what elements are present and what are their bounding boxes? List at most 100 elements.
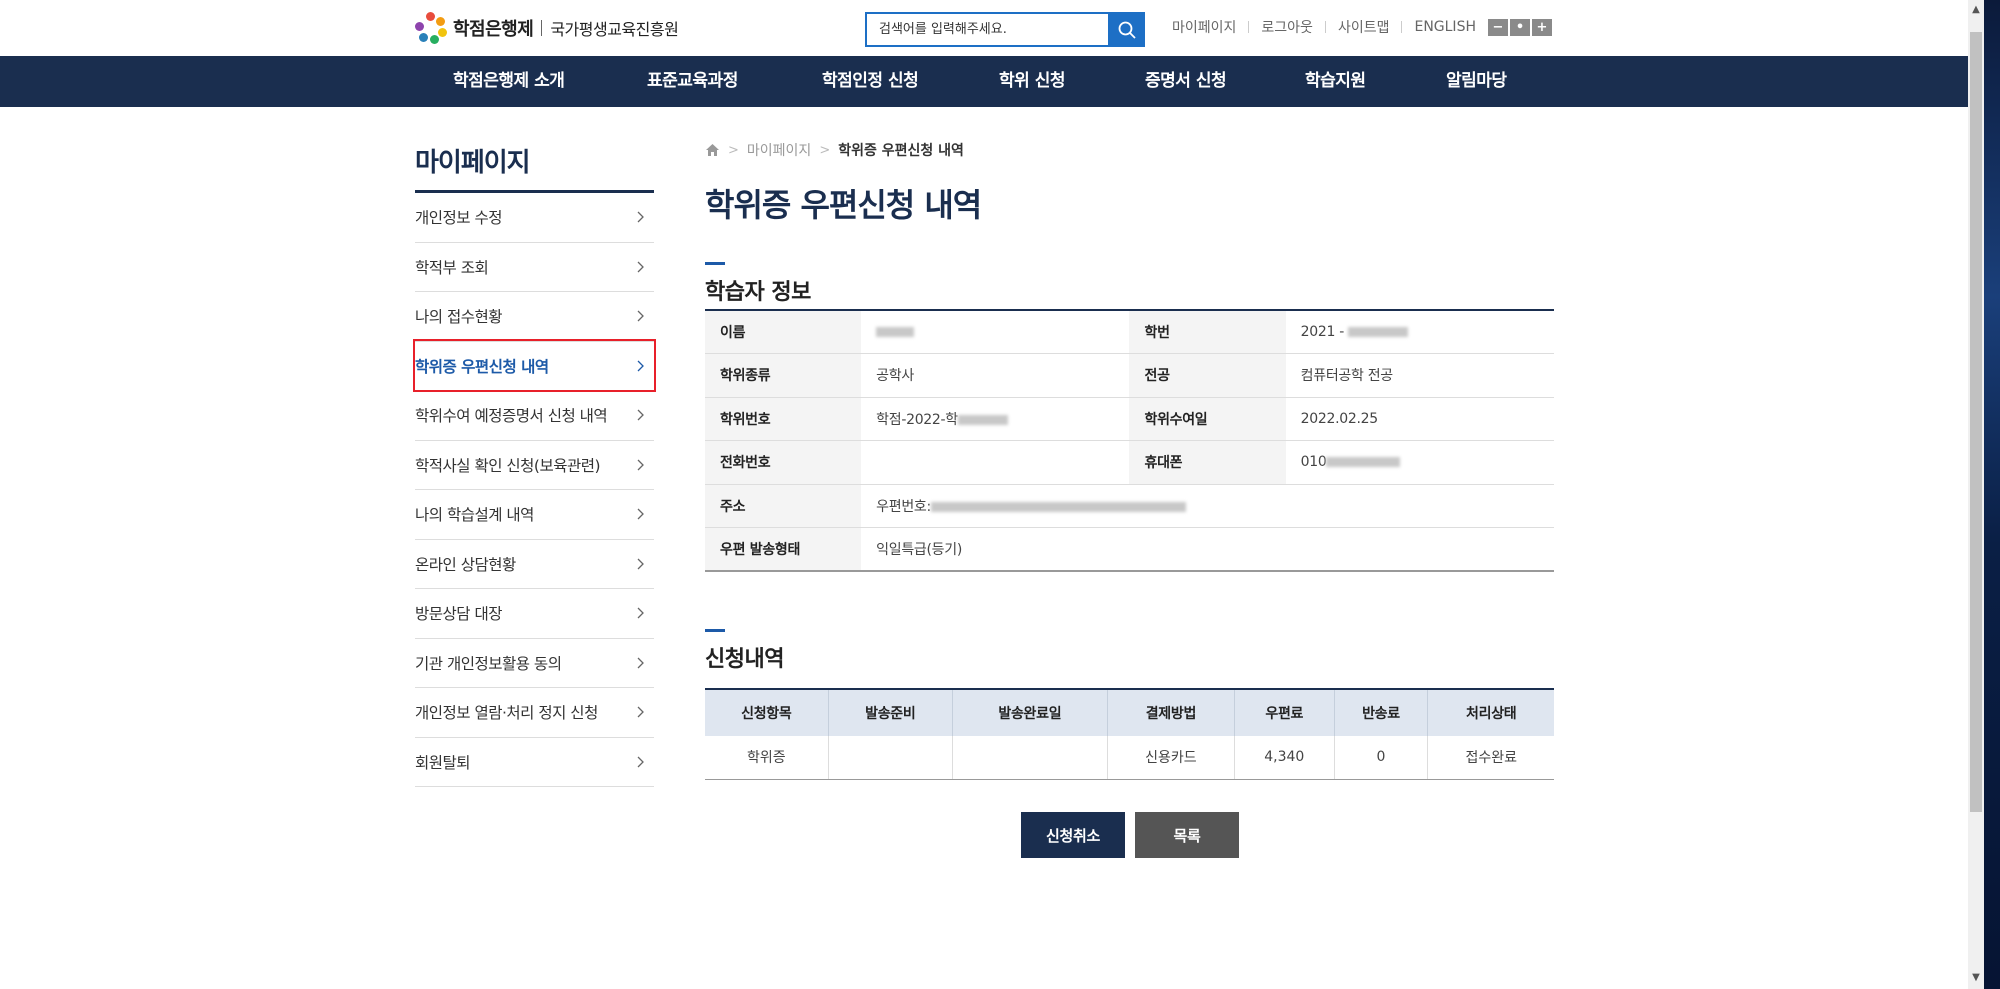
table-row: 이름 학번 2021 -	[705, 310, 1554, 354]
column-header: 발송완료일	[952, 689, 1108, 736]
section-marker	[705, 629, 725, 632]
column-header: 발송준비	[828, 689, 953, 736]
util-link-sitemap[interactable]: 사이트맵	[1338, 17, 1390, 37]
search-button[interactable]	[1108, 12, 1145, 47]
nav-item-curriculum[interactable]: 표준교육과정	[647, 56, 738, 107]
redacted-value	[876, 327, 915, 337]
logo-sub-text: 국가평생교육진흥원	[550, 20, 679, 39]
sidebar-item[interactable]: 개인정보 열람·처리 정지 신청	[415, 688, 654, 738]
value-degree-no: 학점-2022-학	[861, 397, 1130, 441]
chevron-right-icon	[634, 507, 648, 521]
sidebar-item[interactable]: 학적사실 확인 신청(보육관련)	[415, 441, 654, 490]
table-cell: 접수완료	[1427, 736, 1554, 780]
request-table: 신청항목 발송준비 발송완료일 결제방법 우편료 반송료 처리상태 학위증 신용카드 4,340…	[705, 688, 1554, 780]
sidebar-item[interactable]: 학적부 조회	[415, 243, 654, 292]
table-cell: 0	[1334, 736, 1429, 780]
breadcrumb-current: 학위증 우편신청 내역	[838, 143, 964, 159]
value-degree-date: 2022.02.25	[1285, 397, 1554, 441]
label-mail-type: 우편 발송형태	[705, 527, 862, 572]
sidebar-item-label: 나의 학습설계 내역	[415, 506, 534, 525]
column-header: 신청항목	[705, 689, 829, 736]
table-cell: 학위증	[705, 736, 829, 780]
value-major: 컴퓨터공학 전공	[1285, 353, 1554, 398]
mobile-prefix: 010	[1300, 454, 1327, 471]
table-cell	[952, 736, 1108, 780]
learner-info-title: 학습자 정보	[705, 280, 811, 305]
chevron-right-icon	[634, 656, 648, 670]
breadcrumb: > 마이페이지 > 학위증 우편신청 내역	[705, 140, 964, 160]
util-link-english[interactable]: ENGLISH	[1414, 19, 1476, 35]
sidebar-item-label: 개인정보 열람·처리 정지 신청	[415, 704, 598, 723]
chevron-right-icon	[634, 755, 648, 769]
active-item-highlight	[413, 339, 656, 392]
breadcrumb-parent[interactable]: 마이페이지	[747, 140, 811, 160]
value-name	[861, 310, 1130, 354]
sidebar-menu: 개인정보 수정 학적부 조회 나의 접수현황 학위증 우편신청 내역 학위수여 예정증명…	[415, 193, 654, 787]
scroll-thumb[interactable]	[1970, 32, 1982, 812]
sidebar-item[interactable]: 온라인 상담현황	[415, 540, 654, 589]
sidebar-item-label: 개인정보 수정	[415, 209, 503, 228]
divider	[1324, 21, 1326, 33]
font-increase-button[interactable]: +	[1531, 18, 1552, 36]
chevron-right-icon	[634, 606, 648, 620]
chevron-right-icon	[634, 210, 648, 224]
label-address: 주소	[705, 484, 862, 528]
label-mobile: 휴대폰	[1129, 440, 1286, 485]
nav-item-intro[interactable]: 학점은행제 소개	[453, 56, 565, 107]
top-header: 학점은행제 국가평생교육진흥원 마이페이지 로그아웃 사이트맵 ENGLISH …	[0, 0, 1968, 56]
sidebar-item[interactable]: 학위수여 예정증명서 신청 내역	[415, 391, 654, 441]
label-degree-type: 학위종류	[705, 353, 862, 398]
font-decrease-button[interactable]: −	[1487, 18, 1508, 36]
nav-item-credit[interactable]: 학점인정 신청	[822, 56, 919, 107]
sidebar-item-label: 학위수여 예정증명서 신청 내역	[415, 407, 608, 426]
sidebar-item[interactable]: 나의 학습설계 내역	[415, 490, 654, 540]
sidebar-item[interactable]: 회원탈퇴	[415, 738, 654, 787]
value-address: 우편번호:	[861, 484, 1554, 528]
column-header: 반송료	[1334, 689, 1429, 736]
sidebar-item[interactable]: 나의 접수현황	[415, 292, 654, 342]
label-name: 이름	[705, 310, 862, 354]
table-row: 우편 발송형태 익일특급(등기)	[705, 527, 1554, 572]
font-size-controls: − • +	[1487, 18, 1552, 36]
sidebar-title: 마이페이지	[415, 148, 531, 178]
sidebar-item[interactable]: 기관 개인정보활용 동의	[415, 639, 654, 688]
utility-links: 마이페이지 로그아웃 사이트맵 ENGLISH − • +	[1172, 17, 1552, 37]
sidebar-item[interactable]: 방문상담 대장	[415, 589, 654, 639]
sidebar-item[interactable]: 개인정보 수정	[415, 193, 654, 243]
nav-item-degree[interactable]: 학위 신청	[999, 56, 1065, 107]
scrollbar[interactable]: ▲ ▼	[1968, 0, 2000, 989]
table-cell: 신용카드	[1107, 736, 1236, 780]
label-degree-no: 학위번호	[705, 397, 862, 441]
address-prefix: 우편번호:	[876, 498, 931, 515]
divider	[1248, 21, 1250, 33]
chevron-right-icon	[634, 705, 648, 719]
nav-item-notice[interactable]: 알림마당	[1446, 56, 1507, 107]
redacted-value	[1326, 457, 1401, 468]
scroll-up-icon[interactable]: ▲	[1970, 4, 1982, 16]
search-icon	[1118, 21, 1136, 39]
util-link-logout[interactable]: 로그아웃	[1261, 17, 1313, 37]
student-no-prefix: 2021 -	[1300, 324, 1345, 340]
chevron-right-icon	[634, 408, 648, 422]
sidebar-item-label: 학적사실 확인 신청(보육관련)	[415, 456, 601, 475]
table-cell: 4,340	[1234, 736, 1335, 780]
label-degree-date: 학위수여일	[1129, 397, 1286, 441]
home-icon[interactable]	[705, 143, 720, 157]
sidebar-item-label: 학적부 조회	[415, 258, 489, 277]
column-header: 처리상태	[1427, 689, 1554, 736]
font-reset-button[interactable]: •	[1509, 18, 1530, 36]
chevron-right-icon	[634, 309, 648, 323]
util-link-mypage[interactable]: 마이페이지	[1172, 17, 1236, 37]
cancel-request-button[interactable]: 신청취소	[1021, 812, 1125, 858]
nav-item-support[interactable]: 학습지원	[1305, 56, 1366, 107]
nav-item-certificate[interactable]: 증명서 신청	[1145, 56, 1227, 107]
list-button[interactable]: 목록	[1135, 812, 1239, 858]
logo-separator	[541, 20, 543, 36]
column-header: 우편료	[1234, 689, 1335, 736]
chevron-right-icon	[634, 260, 648, 274]
table-cell	[828, 736, 953, 780]
site-logo[interactable]: 학점은행제 국가평생교육진흥원	[415, 12, 679, 44]
scroll-down-icon[interactable]: ▼	[1970, 972, 1982, 984]
background-edge	[1984, 0, 2000, 989]
search-input[interactable]	[865, 12, 1108, 47]
